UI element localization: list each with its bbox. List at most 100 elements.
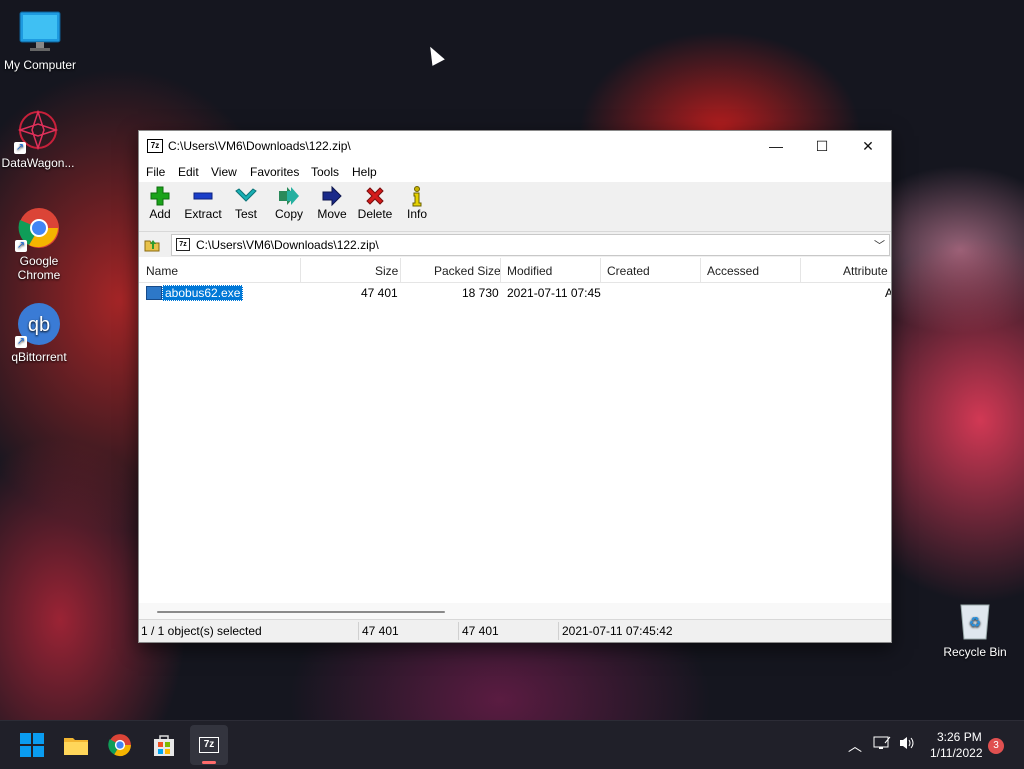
- 7zip-app-icon: 7z: [147, 139, 163, 153]
- desktop-icon-label: qBittorrent: [11, 350, 67, 364]
- 7zip-taskbar-icon: 7z: [199, 737, 219, 753]
- scrollbar-thumb[interactable]: [157, 611, 445, 613]
- title-bar[interactable]: 7z C:\Users\VM6\Downloads\122.zip\ — ☐ ✕: [139, 131, 891, 161]
- column-divider: [600, 258, 601, 282]
- move-button[interactable]: Move: [315, 185, 349, 229]
- add-button[interactable]: Add: [147, 185, 173, 229]
- folder-icon: [64, 738, 88, 755]
- status-packed: 47 401: [462, 624, 499, 638]
- close-button[interactable]: ✕: [845, 131, 891, 161]
- menu-file[interactable]: File: [146, 165, 165, 179]
- 7zip-taskbar-button[interactable]: 7z: [190, 725, 228, 765]
- windows-logo-icon: [20, 733, 44, 757]
- mouse-cursor-icon: [424, 43, 445, 66]
- show-hidden-icons-chevron-up-icon[interactable]: ︿: [848, 736, 862, 756]
- file-modified-cell: 2021-07-11 07:45: [507, 286, 601, 300]
- menu-tools[interactable]: Tools: [311, 165, 339, 179]
- start-button[interactable]: [16, 729, 48, 761]
- column-size[interactable]: Size: [375, 264, 398, 278]
- column-accessed[interactable]: Accessed: [707, 264, 759, 278]
- menu-help[interactable]: Help: [352, 165, 377, 179]
- info-label: Info: [406, 207, 427, 221]
- monitor-icon: [18, 10, 62, 54]
- info-icon: [405, 185, 429, 207]
- horizontal-scrollbar[interactable]: [139, 603, 891, 620]
- column-divider: [400, 258, 401, 282]
- chrome-icon: [108, 734, 131, 757]
- file-attr-cell: A: [885, 286, 891, 300]
- info-button[interactable]: Info: [405, 185, 429, 229]
- notification-badge[interactable]: 3: [988, 738, 1004, 754]
- address-combobox[interactable]: 7z C:\Users\VM6\Downloads\122.zip\ ﹀: [171, 234, 890, 256]
- status-divider: [358, 622, 359, 640]
- delete-button[interactable]: Delete: [357, 185, 393, 229]
- column-attributes[interactable]: Attribute: [843, 264, 888, 278]
- shortcut-arrow-icon: ↗: [14, 142, 26, 154]
- column-divider: [500, 258, 501, 282]
- qbittorrent-icon: qb ↗: [15, 302, 61, 348]
- address-bar: 7z C:\Users\VM6\Downloads\122.zip\ ﹀: [139, 232, 891, 257]
- taskbar: 7z ︿ 3:26 PM 1/11/2022 3: [0, 720, 1024, 769]
- file-explorer-button[interactable]: [60, 729, 92, 761]
- recycle-bin-icon: ♻: [953, 597, 997, 641]
- table-row[interactable]: abobus62.exe 47 401 18 730 2021-07-11 07…: [139, 284, 891, 302]
- status-divider: [458, 622, 459, 640]
- column-name[interactable]: Name: [146, 264, 178, 278]
- test-label: Test: [234, 207, 257, 221]
- status-size: 47 401: [362, 624, 399, 638]
- file-packed-cell: 18 730: [462, 286, 499, 300]
- column-packed-size[interactable]: Packed Size: [434, 264, 501, 278]
- clock-time[interactable]: 3:26 PM: [937, 730, 982, 744]
- active-indicator: [202, 761, 216, 764]
- copy-button[interactable]: Copy: [273, 185, 305, 229]
- add-label: Add: [149, 207, 171, 221]
- clock-date[interactable]: 1/11/2022: [930, 746, 983, 760]
- column-modified[interactable]: Modified: [507, 264, 552, 278]
- desktop-icon-my-computer[interactable]: My Computer: [0, 10, 80, 72]
- extract-button[interactable]: Extract: [184, 185, 222, 229]
- move-label: Move: [317, 207, 347, 221]
- desktop-icon-label: DataWagon...: [1, 156, 75, 170]
- exe-file-icon: [146, 286, 162, 300]
- column-created[interactable]: Created: [607, 264, 650, 278]
- desktop-icon-qbittorrent[interactable]: qb ↗ qBittorrent: [0, 302, 79, 364]
- window-title: C:\Users\VM6\Downloads\122.zip\: [168, 139, 351, 153]
- network-icon[interactable]: [873, 735, 891, 754]
- copy-label: Copy: [274, 207, 303, 221]
- volume-icon[interactable]: [898, 735, 916, 754]
- status-divider: [558, 622, 559, 640]
- menu-view[interactable]: View: [211, 165, 237, 179]
- 7zip-file-manager-window[interactable]: 7z C:\Users\VM6\Downloads\122.zip\ — ☐ ✕…: [138, 130, 892, 643]
- folder-up-icon[interactable]: [144, 236, 160, 252]
- maximize-button[interactable]: ☐: [799, 131, 845, 161]
- menu-edit[interactable]: Edit: [178, 165, 199, 179]
- desktop-icon-label: Recycle Bin: [943, 645, 1007, 659]
- column-divider: [800, 258, 801, 282]
- chevron-down-icon[interactable]: ﹀: [874, 237, 885, 253]
- check-icon: [233, 185, 259, 207]
- svg-text:♻: ♻: [969, 615, 982, 631]
- file-name-cell[interactable]: abobus62.exe: [162, 285, 244, 301]
- toolbar: Add Extract Test Copy Move Delete Info: [139, 182, 891, 232]
- double-arrow-icon: [273, 185, 305, 207]
- desktop-icon-label: My Computer: [3, 58, 77, 72]
- menu-favorites[interactable]: Favorites: [250, 165, 299, 179]
- minimize-button[interactable]: —: [753, 131, 799, 161]
- shortcut-arrow-icon: ↗: [15, 336, 27, 348]
- desktop-icon-google-chrome[interactable]: ↗ Google Chrome: [0, 206, 79, 282]
- delete-label: Delete: [357, 207, 393, 221]
- column-divider: [700, 258, 701, 282]
- store-button[interactable]: [148, 729, 180, 761]
- desktop-icon-recycle-bin[interactable]: ♻ Recycle Bin: [935, 597, 1015, 659]
- desktop-icon-datawagon[interactable]: ↗ DataWagon...: [0, 108, 78, 170]
- store-icon: [154, 735, 174, 756]
- chrome-icon: ↗: [15, 206, 61, 252]
- arrow-right-icon: [315, 185, 349, 207]
- file-size-cell: 47 401: [361, 286, 398, 300]
- column-header: Name Size Packed Size Modified Created A…: [139, 258, 891, 283]
- address-path: C:\Users\VM6\Downloads\122.zip\: [196, 238, 379, 252]
- chrome-taskbar-button[interactable]: [104, 729, 136, 761]
- datawagon-icon: ↗: [14, 108, 60, 154]
- test-button[interactable]: Test: [233, 185, 259, 229]
- file-list[interactable]: Name Size Packed Size Modified Created A…: [139, 258, 891, 620]
